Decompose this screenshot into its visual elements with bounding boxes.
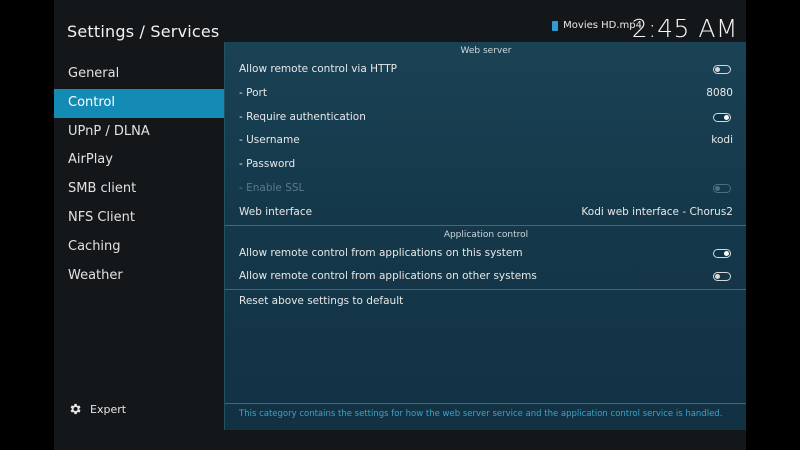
setting-username[interactable]: - Username kodi [225, 129, 746, 153]
info-text: This category contains the settings for … [225, 403, 746, 423]
setting-label: - Require authentication [239, 110, 366, 123]
setting-label: - Enable SSL [239, 181, 305, 194]
setting-value: 8080 [706, 86, 733, 99]
sidebar-item-airplay[interactable]: AirPlay [54, 146, 224, 175]
sidebar-item-upnp-dlna[interactable]: UPnP / DLNA [54, 118, 224, 147]
gear-icon [70, 403, 81, 415]
toggle-switch[interactable] [713, 65, 731, 74]
sidebar-item-weather[interactable]: Weather [54, 262, 224, 291]
setting-label: Reset above settings to default [239, 295, 404, 308]
now-playing-icon [552, 20, 559, 31]
now-playing[interactable]: Movies HD.mp4 [552, 20, 642, 31]
sidebar-item-smb-client[interactable]: SMB client [54, 175, 224, 204]
setting-enable-ssl: - Enable SSL [225, 177, 746, 201]
setting-label: - Password [239, 158, 296, 171]
setting-label: - Username [239, 134, 300, 147]
toggle-switch[interactable] [713, 248, 731, 258]
page-title: Settings / Services [67, 22, 220, 41]
now-playing-title: Movies HD.mp4 [563, 20, 642, 31]
setting-web-interface[interactable]: Web interface Kodi web interface - Choru… [225, 201, 746, 225]
setting-port[interactable]: - Port 8080 [225, 82, 746, 106]
settings-panel: Web server Allow remote control via HTTP… [224, 42, 746, 430]
setting-label: Web interface [239, 205, 313, 218]
toggle-knob [724, 114, 729, 120]
reset-settings-button[interactable]: Reset above settings to default [225, 290, 746, 314]
toggle-switch[interactable] [713, 112, 731, 122]
setting-allow-http[interactable]: Allow remote control via HTTP [225, 58, 746, 82]
section-header-application-control: Application control [443, 229, 529, 240]
settings-level-button[interactable]: Expert [68, 402, 126, 416]
setting-label: Allow remote control from applications o… [239, 246, 523, 259]
toggle-knob [715, 67, 720, 72]
sidebar-item-caching[interactable]: Caching [54, 233, 224, 262]
toggle-knob [715, 185, 720, 191]
sidebar-item-nfs-client[interactable]: NFS Client [54, 204, 224, 233]
sidebar-item-general[interactable]: General [54, 60, 224, 89]
toggle-switch[interactable] [713, 272, 731, 282]
setting-label: - Port [239, 86, 267, 99]
settings-level-label: Expert [90, 402, 127, 416]
settings-window: Settings / Services Movies HD.mp4 2:45 A… [54, 0, 746, 450]
setting-label: Allow remote control from applications o… [239, 270, 537, 283]
setting-password[interactable]: - Password [225, 153, 746, 177]
setting-remote-this-system[interactable]: Allow remote control from applications o… [225, 242, 746, 266]
sidebar: General Control UPnP / DLNA AirPlay SMB … [54, 60, 224, 290]
setting-remote-other-systems[interactable]: Allow remote control from applications o… [225, 265, 746, 289]
setting-label: Allow remote control via HTTP [239, 63, 397, 75]
toggle-switch [713, 183, 731, 193]
toggle-knob [724, 250, 729, 256]
setting-value: kodi [711, 134, 733, 147]
setting-value: Kodi web interface - Chorus2 [581, 205, 733, 218]
section-header-web-server: Web server [460, 46, 512, 56]
setting-require-auth[interactable]: - Require authentication [225, 106, 746, 130]
sidebar-item-control[interactable]: Control [54, 88, 224, 118]
clock: 2:45 AM [631, 14, 738, 43]
toggle-knob [715, 274, 720, 280]
